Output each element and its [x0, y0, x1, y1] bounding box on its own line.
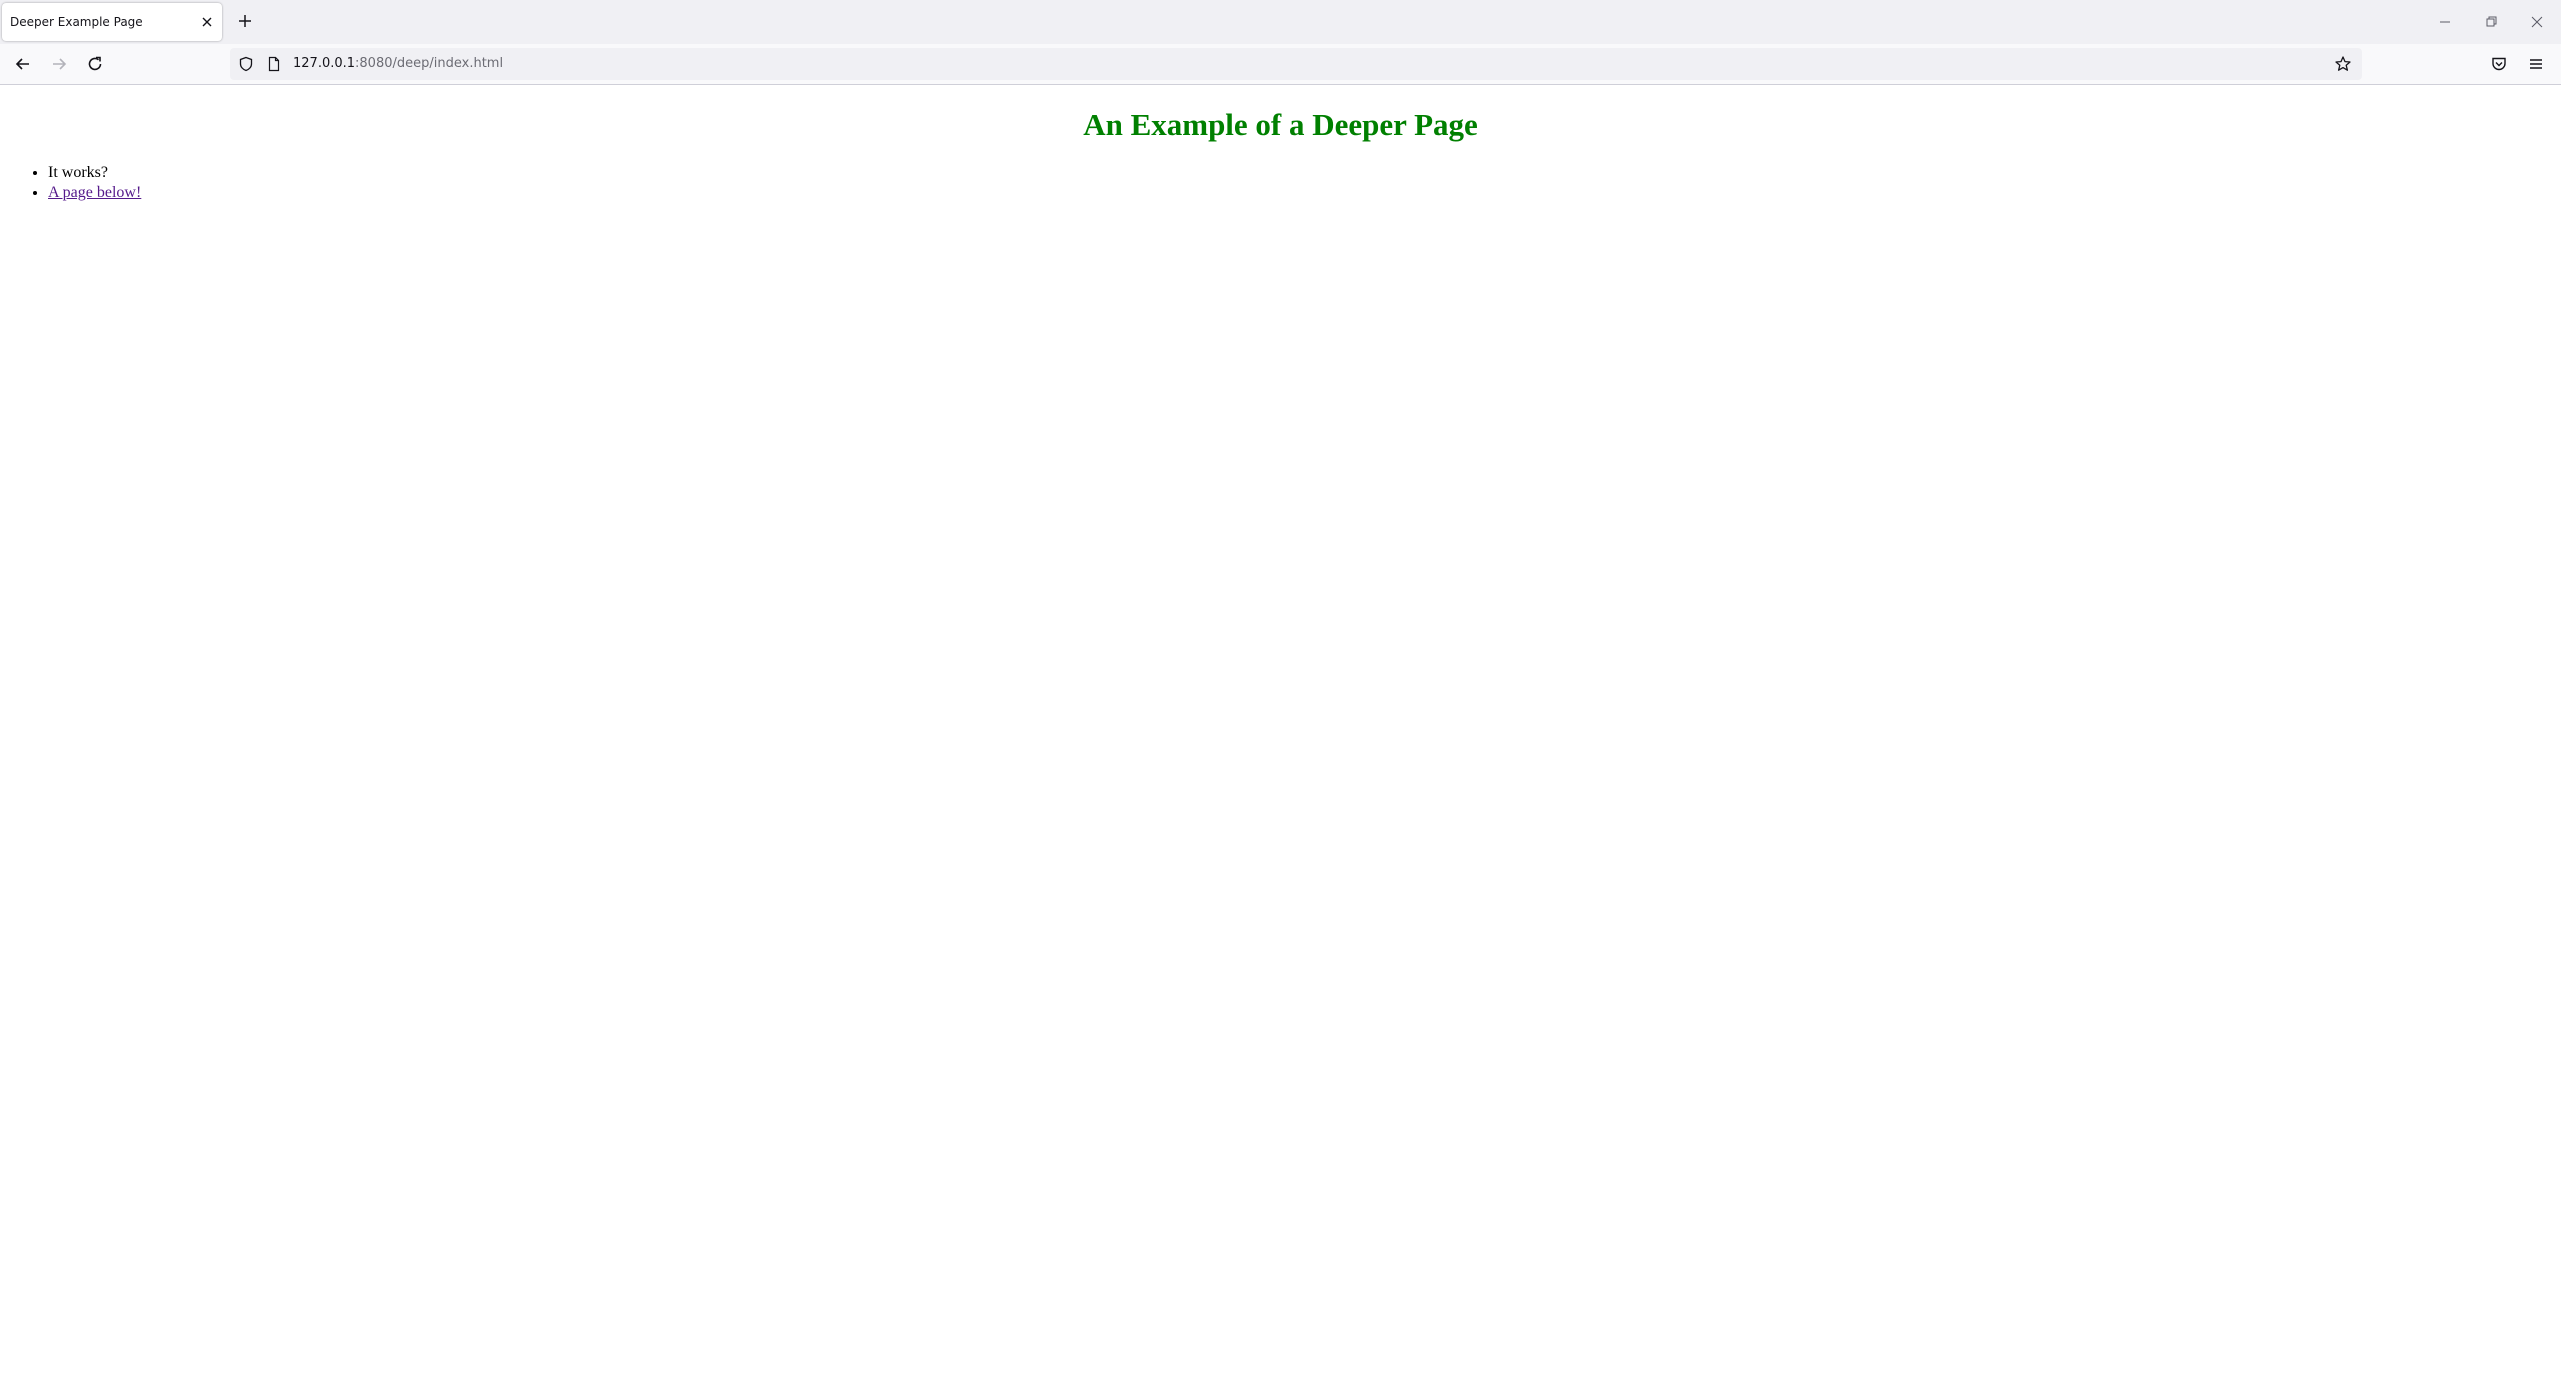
reload-icon[interactable]: [85, 54, 105, 74]
star-icon[interactable]: [2334, 55, 2352, 73]
url-path: :8080/deep/index.html: [355, 56, 504, 71]
browser-window: Deeper Example Page 127.0.0.1:8080/deep/…: [0, 0, 2561, 1395]
list-item: It works?: [48, 163, 141, 183]
navigation-bar: 127.0.0.1:8080/deep/index.html: [0, 44, 2561, 85]
url-host: 127.0.0.1: [293, 56, 356, 71]
page-icon[interactable]: [266, 56, 282, 72]
tab-title: Deeper Example Page: [10, 15, 143, 29]
plus-icon[interactable]: [236, 12, 254, 30]
arrow-left-icon[interactable]: [13, 54, 33, 74]
url-bar[interactable]: 127.0.0.1:8080/deep/index.html: [230, 48, 2362, 80]
close-icon[interactable]: [198, 13, 216, 31]
tab-bar: Deeper Example Page: [0, 0, 2561, 44]
list-item-text: It works?: [48, 164, 108, 181]
page-heading: An Example of a Deeper Page: [1083, 107, 1478, 142]
shield-icon[interactable]: [238, 56, 254, 72]
pocket-icon[interactable]: [2489, 54, 2509, 74]
bullet-list: It works? A page below!: [8, 163, 141, 203]
arrow-right-icon[interactable]: [49, 54, 69, 74]
restore-icon[interactable]: [2481, 12, 2501, 32]
page-below-link[interactable]: A page below!: [48, 184, 141, 201]
url-text[interactable]: 127.0.0.1:8080/deep/index.html: [293, 56, 503, 71]
tab-active[interactable]: Deeper Example Page: [2, 3, 222, 41]
hamburger-menu-icon[interactable]: [2526, 54, 2546, 74]
minimize-icon[interactable]: [2435, 12, 2455, 32]
list-item: A page below!: [48, 183, 141, 203]
page-content: An Example of a Deeper Page It works? A …: [0, 85, 2561, 1395]
close-window-icon[interactable]: [2527, 12, 2547, 32]
